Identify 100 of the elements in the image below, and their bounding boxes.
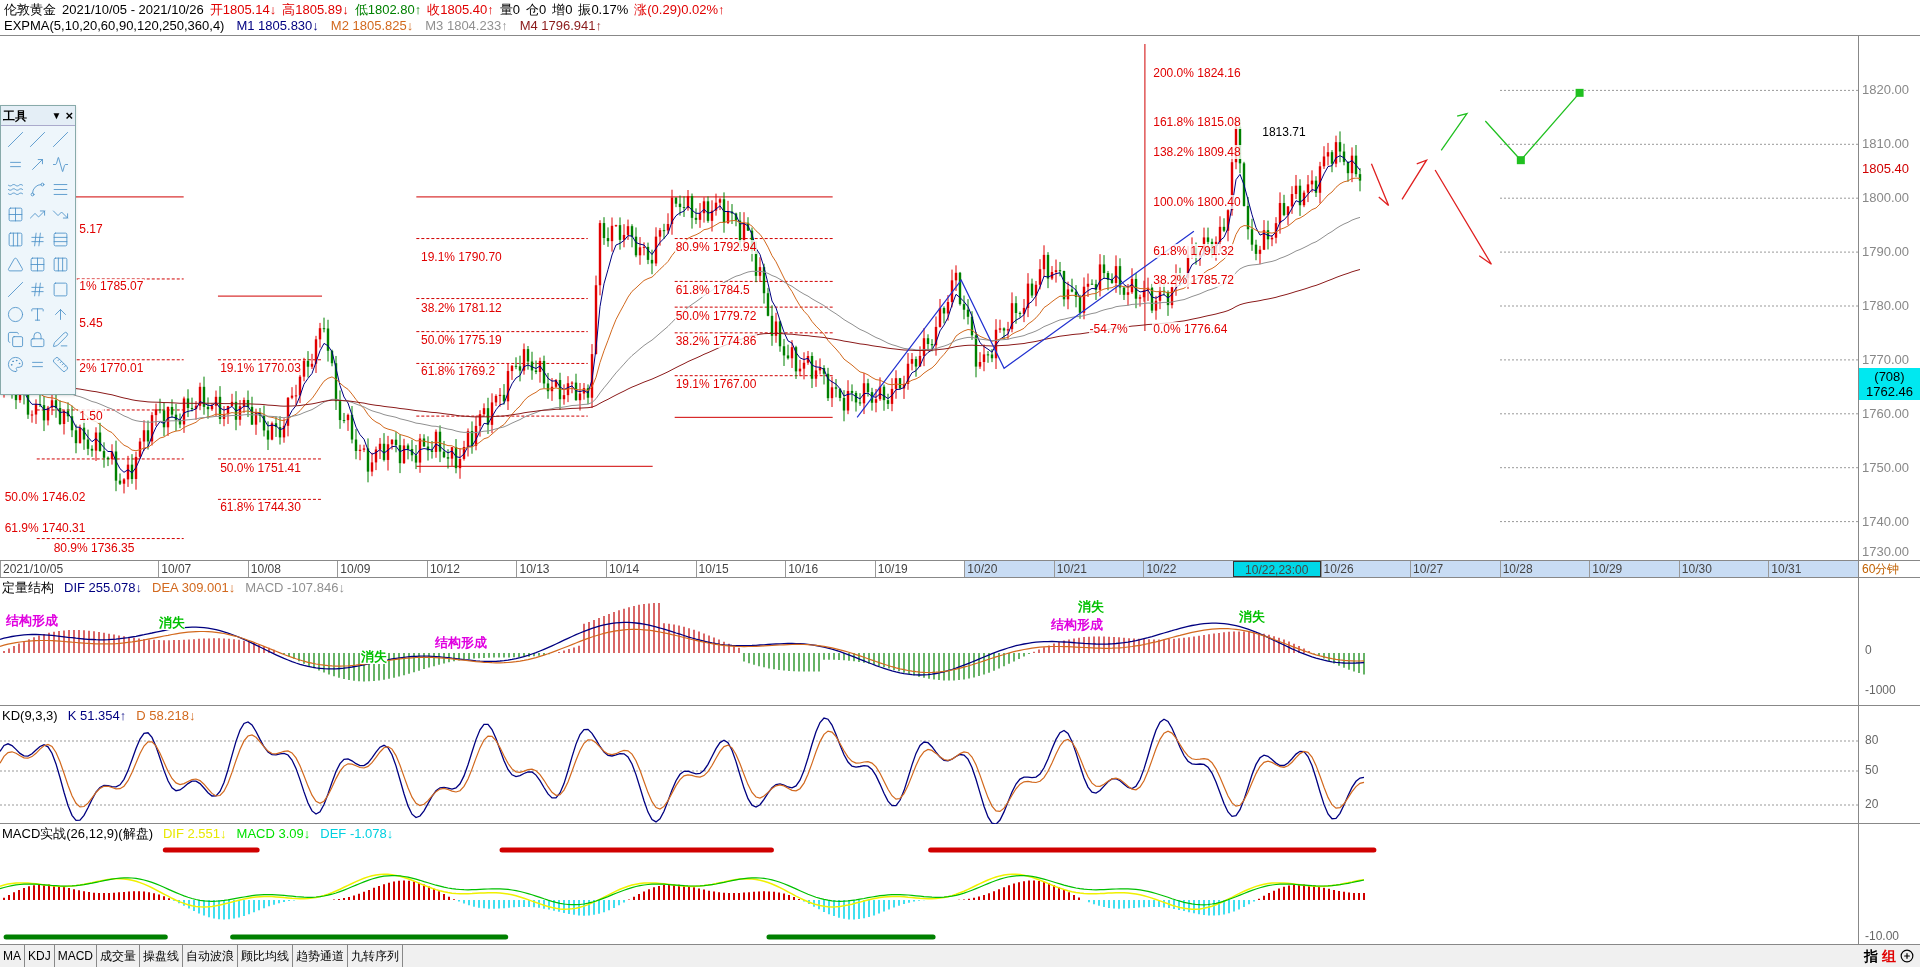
rectangle-icon[interactable] xyxy=(52,281,70,298)
circle-icon[interactable] xyxy=(6,306,24,323)
chart-label: 50.0% 1746.02 xyxy=(3,489,87,504)
axis-tick: 50 xyxy=(1865,764,1879,777)
signal-label: 消失 xyxy=(361,650,388,664)
text-icon[interactable] xyxy=(29,306,47,323)
indicator-tab[interactable]: 顾比均线 xyxy=(238,945,293,967)
date-tick: 10/29 xyxy=(1589,561,1679,577)
quote-value: 开1805.14↓ xyxy=(209,1,277,18)
price-tick: 1730.00 xyxy=(1862,545,1909,559)
price-tick: 1770.00 xyxy=(1862,352,1909,367)
price-tick: 1760.00 xyxy=(1862,406,1909,421)
price-tick: 1790.00 xyxy=(1862,245,1909,260)
indicator-tab[interactable]: 趋势通道 xyxy=(293,945,348,967)
date-tick: 10/20 xyxy=(964,561,1054,577)
lock-icon[interactable] xyxy=(29,331,47,348)
curve-icon[interactable] xyxy=(29,181,47,198)
indicator-value: DIF 255.078↓ xyxy=(64,580,143,595)
date-tick: 10/12 xyxy=(426,561,517,577)
date-tick: 10/07 xyxy=(158,561,248,577)
indicator-value: MACD -107.846↓ xyxy=(245,580,345,595)
hash-icon[interactable] xyxy=(29,231,47,248)
lines-icon[interactable] xyxy=(52,181,70,198)
chart-label: 38.2% 1774.86 xyxy=(674,334,758,349)
chart-label: 19.1% 1770.03 xyxy=(219,361,302,376)
chart-label: 1813.71 xyxy=(1261,125,1307,139)
indicator-value: M1 1805.830↓ xyxy=(236,17,319,34)
indicator-tab[interactable]: 成交量 xyxy=(97,945,140,967)
price-tick: 1750.00 xyxy=(1862,460,1909,475)
date-tick: 10/15 xyxy=(695,561,786,577)
grid-icon[interactable] xyxy=(29,256,47,273)
date-tick: 10/30 xyxy=(1678,561,1769,577)
quote-value: 仓0 xyxy=(525,1,547,18)
columns-icon[interactable] xyxy=(52,256,70,273)
slash-icon[interactable] xyxy=(6,281,24,298)
price-tick: 1780.00 xyxy=(1862,299,1909,313)
price-tick: 1820.00 xyxy=(1862,83,1909,98)
toolbar-close-button[interactable]: × xyxy=(65,109,73,122)
cursor-price: 1762.46 xyxy=(1866,383,1913,399)
toolbar-menu-button[interactable]: ▼ xyxy=(51,109,62,122)
axis-tick: 80 xyxy=(1865,734,1879,747)
indicator-tab[interactable]: MA xyxy=(0,945,25,967)
panel-button[interactable]: 组 xyxy=(1882,945,1896,967)
chart-label: 38.2% 1785.72 xyxy=(1152,273,1235,288)
chart-label: 19.1% 1790.70 xyxy=(420,249,503,264)
date-tick: 10/21 xyxy=(1053,561,1144,577)
indicator-value: MACD 3.09↓ xyxy=(236,826,311,841)
axis-tick: 20 xyxy=(1865,798,1879,811)
palette-icon[interactable] xyxy=(6,356,24,373)
zigzag-icon[interactable] xyxy=(52,156,70,173)
indicator-value: D 58.218↓ xyxy=(136,708,196,723)
date-tick: 2021/10/05 xyxy=(0,561,159,577)
ruler-icon[interactable] xyxy=(52,356,70,373)
slash-icon[interactable] xyxy=(6,131,24,148)
chart-label: 61.8% 1769.2 xyxy=(420,363,497,378)
date-tick: 10/27 xyxy=(1410,561,1500,577)
quote-value: 高1805.89↓ xyxy=(282,1,349,18)
indicator-tab[interactable]: KDJ xyxy=(25,945,55,967)
chart-label: 5.17 xyxy=(78,221,104,236)
signal-label: 消失 xyxy=(1239,610,1266,624)
chart-label: 61.8% 1784.5 xyxy=(674,282,751,297)
date-range: 2021/10/05 - 2021/10/26 xyxy=(62,1,204,18)
panel-title: 定量结构 xyxy=(2,580,54,595)
chart-label: 50.0% 1751.41 xyxy=(219,460,302,475)
date-tick: 10/09 xyxy=(337,561,427,577)
price-tick: 1810.00 xyxy=(1862,137,1909,152)
signal-label: 消失 xyxy=(159,616,186,630)
chart-label: 100.0% 1800.40 xyxy=(1152,194,1242,209)
panel-button[interactable]: 指 xyxy=(1864,945,1878,967)
hash-icon[interactable] xyxy=(29,281,47,298)
toolbar-title: 工具 xyxy=(3,107,27,125)
add-icon[interactable] xyxy=(1900,949,1914,963)
triangle-icon[interactable] xyxy=(6,256,24,273)
indicator-value: DEA 309.001↓ xyxy=(152,580,236,595)
axis-tick: -10.00 xyxy=(1865,930,1900,943)
signal-label: 结构形成 xyxy=(434,636,487,650)
quote-value: 涨(0.29)0.02%↑ xyxy=(634,1,725,18)
grid-icon[interactable] xyxy=(6,206,24,223)
quote-value: 量0 xyxy=(499,1,520,18)
indicator-tab[interactable]: 九转序列 xyxy=(348,945,403,967)
indicator-label: EXPMA(5,10,20,60,90,120,250,360,4) xyxy=(4,17,225,34)
date-tick: 10/22 xyxy=(1143,561,1233,577)
date-tick: 10/26 xyxy=(1320,561,1411,577)
columns-icon[interactable] xyxy=(6,231,24,248)
date-tick: 10/08 xyxy=(247,561,338,577)
axis-tick: 0 xyxy=(1865,644,1872,657)
indicator-tab[interactable]: 操盘线 xyxy=(140,945,183,967)
bar-count: (708) xyxy=(1874,368,1905,384)
axis-tick: -1000 xyxy=(1865,684,1896,697)
rows-icon[interactable] xyxy=(52,231,70,248)
date-tick: 10/13 xyxy=(516,561,607,577)
chart-label: 61.8% 1791.32 xyxy=(1152,243,1235,258)
wave-icon[interactable] xyxy=(6,181,24,198)
slash-icon[interactable] xyxy=(29,131,47,148)
signal-label: 结构形成 xyxy=(1050,618,1103,632)
copy-icon[interactable] xyxy=(6,331,24,348)
chart-label: 138.2% 1809.48 xyxy=(1152,144,1242,159)
panel-title: MACD实战(26,12,9)(解盘) xyxy=(2,826,153,841)
slash-icon[interactable] xyxy=(52,131,70,148)
pen-icon[interactable] xyxy=(52,331,70,348)
